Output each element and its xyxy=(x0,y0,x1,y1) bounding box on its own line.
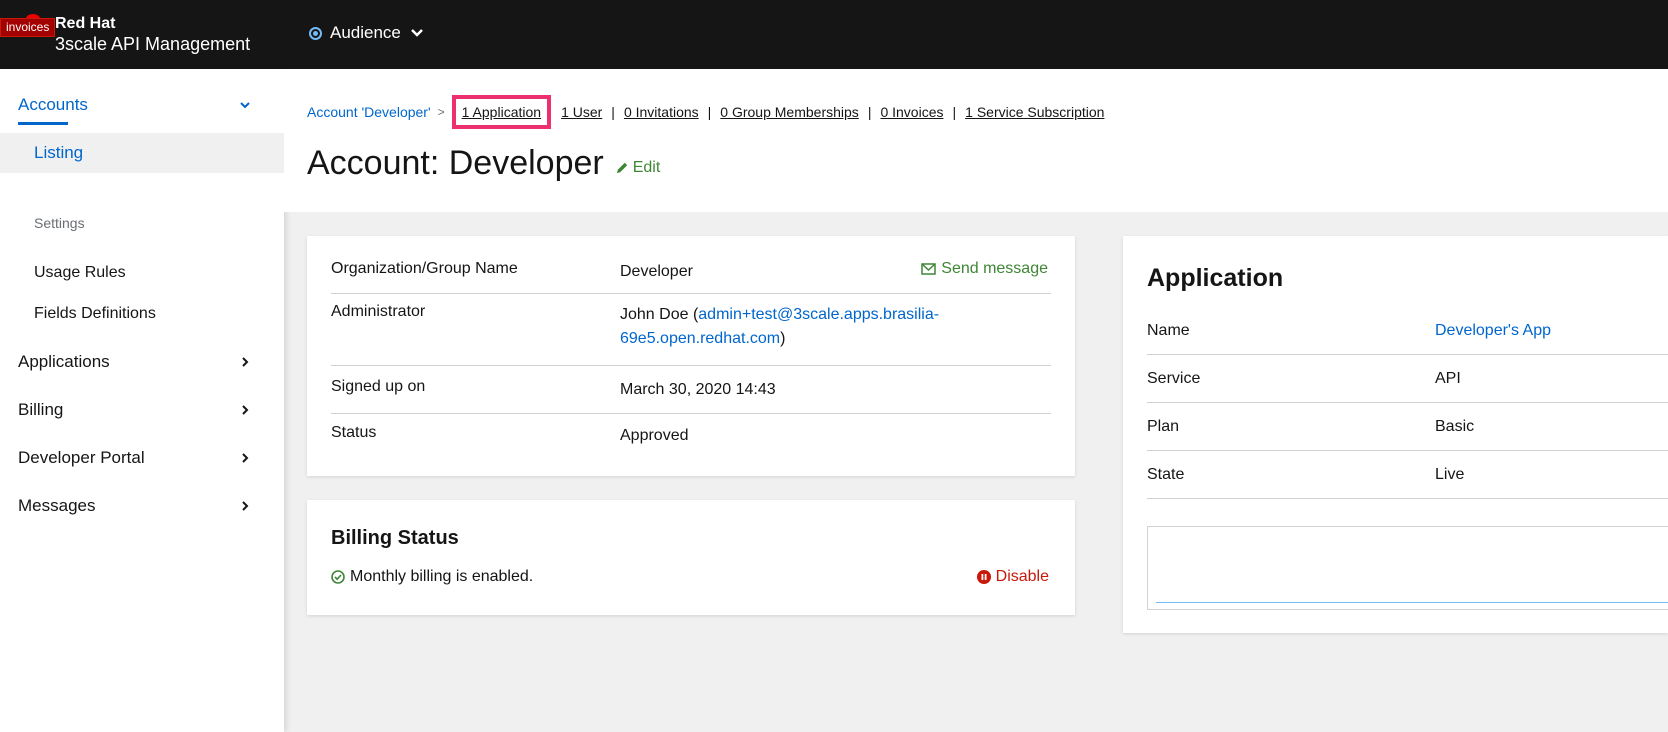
detail-label: Status xyxy=(331,424,377,441)
billing-status-text: Monthly billing is enabled. xyxy=(350,568,534,585)
envelope-icon xyxy=(921,263,937,275)
sidebar: Accounts Listing Settings Usage Rules Fi… xyxy=(0,69,284,732)
invoices-tag: invoices xyxy=(0,18,56,37)
breadcrumb-separator: | xyxy=(952,104,957,120)
sidebar-item-label: Accounts xyxy=(18,95,88,114)
chart-baseline xyxy=(1156,602,1668,603)
breadcrumb-separator: | xyxy=(867,104,872,120)
sidebar-item-label: Developer Portal xyxy=(18,448,145,467)
disable-billing-button[interactable]: Disable xyxy=(976,568,1049,586)
app-row-state: State Live xyxy=(1147,451,1668,499)
app-value: Live xyxy=(1435,466,1465,483)
edit-link[interactable]: Edit xyxy=(616,158,661,177)
application-card: Application Name Developer's App Service… xyxy=(1123,236,1668,633)
breadcrumb-account[interactable]: Account 'Developer' xyxy=(307,104,431,120)
detail-label: Organization/Group Name xyxy=(331,260,518,277)
send-message-label: Send message xyxy=(941,260,1048,277)
audience-icon xyxy=(309,26,322,40)
disable-label: Disable xyxy=(995,568,1049,585)
account-details-card: Organization/Group Name Developer Send m… xyxy=(307,236,1075,476)
sidebar-item-label: Billing xyxy=(18,400,64,419)
detail-row-status: Status Approved xyxy=(331,414,1051,462)
app-label: Plan xyxy=(1147,418,1180,435)
detail-row-signed-up: Signed up on March 30, 2020 14:43 xyxy=(331,366,1051,414)
app-value: Basic xyxy=(1435,418,1475,435)
detail-row-organization: Organization/Group Name Developer Send m… xyxy=(331,260,1051,294)
link-group-memberships[interactable]: 0 Group Memberships xyxy=(720,104,859,120)
link-invoices[interactable]: 0 Invoices xyxy=(880,104,943,120)
pencil-icon xyxy=(616,162,627,173)
chevron-down-icon xyxy=(240,102,250,109)
app-label: State xyxy=(1147,466,1185,483)
product-name: 3scale API Management xyxy=(55,34,251,54)
link-applications[interactable]: 1 Application xyxy=(462,104,541,120)
masthead: invoices Red Hat 3scale API Management A… xyxy=(0,0,1668,69)
sidebar-heading-settings: Settings xyxy=(34,215,85,231)
chevron-right-icon xyxy=(242,405,249,415)
sidebar-item-messages[interactable]: Messages xyxy=(18,496,252,516)
link-service-subscription[interactable]: 1 Service Subscription xyxy=(965,104,1104,120)
detail-value: March 30, 2020 14:43 xyxy=(620,381,776,398)
billing-title: Billing Status xyxy=(331,527,459,549)
page-title-row: Account: Developer Edit xyxy=(307,144,660,183)
admin-name: John Doe ( xyxy=(620,306,699,323)
app-name-link[interactable]: Developer's App xyxy=(1435,322,1551,340)
active-indicator xyxy=(18,122,68,125)
sidebar-item-fields-definitions[interactable]: Fields Definitions xyxy=(34,305,156,323)
chevron-right-icon xyxy=(242,453,249,463)
context-label: Audience xyxy=(330,23,401,42)
sidebar-item-accounts[interactable]: Accounts xyxy=(18,95,252,115)
sidebar-item-label: Applications xyxy=(18,352,110,371)
detail-label: Administrator xyxy=(331,303,426,320)
breadcrumb-separator: | xyxy=(611,104,615,120)
breadcrumb: Account 'Developer' > 1 Application 1 Us… xyxy=(307,95,1104,129)
sidebar-item-billing[interactable]: Billing xyxy=(18,400,252,420)
sidebar-item-listing[interactable]: Listing xyxy=(0,133,284,173)
link-users[interactable]: 1 User xyxy=(561,104,602,120)
app-value: API xyxy=(1435,370,1461,387)
highlight-box: 1 Application xyxy=(451,95,552,129)
pause-circle-icon xyxy=(976,570,991,584)
sidebar-item-label: Listing xyxy=(34,143,84,162)
app-row-service: Service API xyxy=(1147,355,1668,403)
page-title: Account: Developer xyxy=(307,144,604,182)
edit-label: Edit xyxy=(632,158,661,176)
sidebar-item-label: Messages xyxy=(18,496,96,515)
link-invitations[interactable]: 0 Invitations xyxy=(624,104,699,120)
chevron-right-icon xyxy=(242,501,249,511)
sidebar-item-usage-rules[interactable]: Usage Rules xyxy=(34,264,126,282)
detail-label: Signed up on xyxy=(331,378,426,395)
billing-status-card: Billing Status Monthly billing is enable… xyxy=(307,500,1075,615)
brand-logo[interactable]: Red Hat 3scale API Management xyxy=(55,15,250,55)
page-header: Account 'Developer' > 1 Application 1 Us… xyxy=(284,69,1668,212)
detail-value: John Doe (admin+test@3scale.apps.brasili… xyxy=(620,303,950,351)
check-circle-icon xyxy=(331,570,345,584)
sidebar-item-developer-portal[interactable]: Developer Portal xyxy=(18,448,252,468)
detail-value: Approved xyxy=(620,427,689,444)
usage-chart-box xyxy=(1147,526,1668,610)
breadcrumb-separator: | xyxy=(707,104,712,120)
app-row-name: Name Developer's App xyxy=(1147,307,1668,355)
chevron-down-icon xyxy=(411,29,423,37)
send-message-link[interactable]: Send message xyxy=(921,260,1048,278)
application-title: Application xyxy=(1147,264,1284,292)
app-row-plan: Plan Basic xyxy=(1147,403,1668,451)
context-selector[interactable]: Audience xyxy=(309,23,425,43)
app-label: Service xyxy=(1147,370,1201,387)
admin-name-suffix: ) xyxy=(780,330,786,347)
detail-row-administrator: Administrator John Doe (admin+test@3scal… xyxy=(331,294,1051,366)
sidebar-item-applications[interactable]: Applications xyxy=(18,352,252,372)
detail-value: Developer xyxy=(620,263,693,280)
chevron-right-icon xyxy=(242,357,249,367)
breadcrumb-separator: > xyxy=(437,105,445,119)
billing-status: Monthly billing is enabled. xyxy=(331,568,533,586)
brand-name: Red Hat xyxy=(55,15,116,32)
app-label: Name xyxy=(1147,322,1190,339)
